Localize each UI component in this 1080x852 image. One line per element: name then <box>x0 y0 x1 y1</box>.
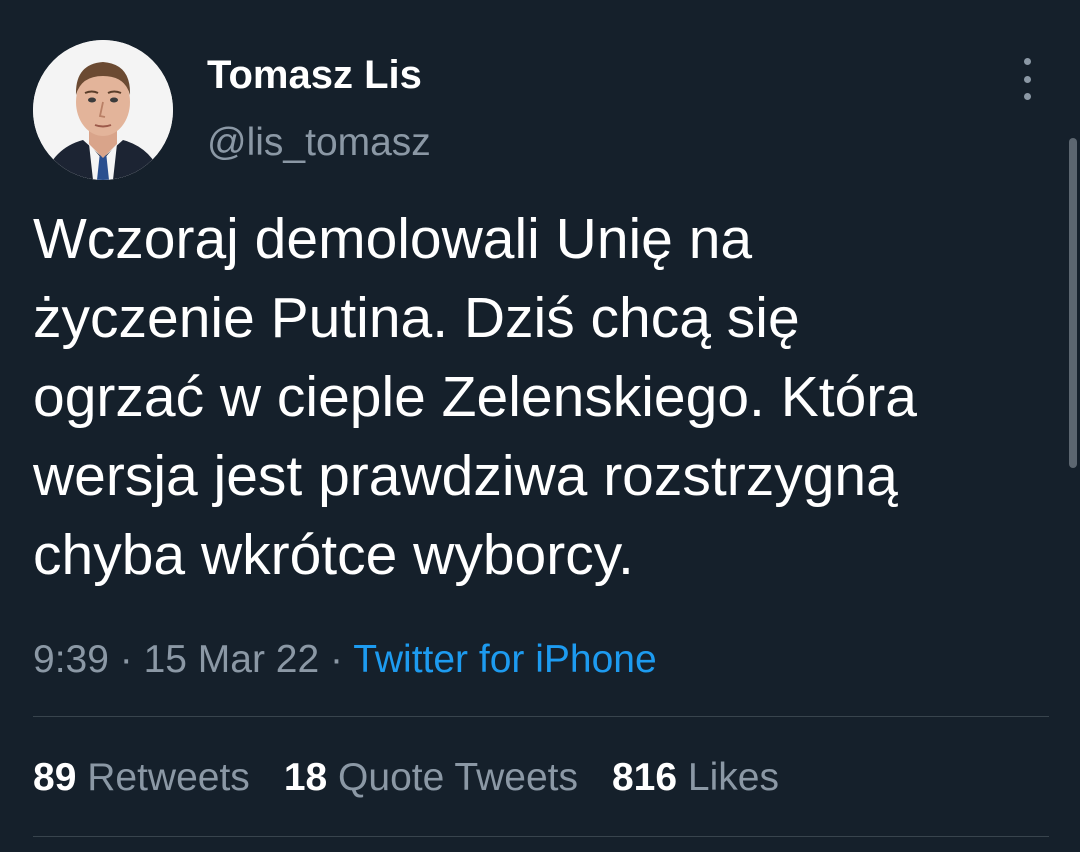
divider <box>33 716 1049 717</box>
scrollbar[interactable] <box>1069 138 1077 468</box>
tweet-source-link[interactable]: Twitter for iPhone <box>353 638 656 681</box>
quote-tweets-count: 18 <box>283 756 328 799</box>
quote-tweets-stat[interactable]: 18 Quote Tweets <box>284 750 578 806</box>
tweet-meta: 9:39 · 15 Mar 22 · Twitter for iPhone <box>33 632 657 688</box>
profile-photo-icon <box>33 40 173 180</box>
likes-count: 816 <box>611 756 678 799</box>
more-options-button[interactable] <box>1007 58 1047 100</box>
tweet-text: Wczoraj demolowali Unię na życzenie Puti… <box>33 207 917 587</box>
author-handle[interactable]: @lis_tomasz <box>207 120 431 166</box>
tweet-date[interactable]: 15 Mar 22 <box>144 638 320 681</box>
tweet-time[interactable]: 9:39 <box>33 638 109 681</box>
retweets-stat[interactable]: 89 Retweets <box>33 750 250 806</box>
likes-stat[interactable]: 816 Likes <box>612 750 779 806</box>
more-vertical-icon <box>1023 58 1031 65</box>
meta-separator: · <box>330 638 344 681</box>
tweet-detail: Tomasz Lis @lis_tomasz Wczoraj demolowal… <box>0 0 1080 852</box>
meta-separator: · <box>119 638 133 681</box>
avatar[interactable] <box>33 40 173 180</box>
divider <box>33 836 1049 837</box>
more-vertical-icon-dot <box>1023 93 1031 100</box>
retweets-label: Retweets <box>87 756 250 799</box>
retweets-count: 89 <box>33 756 77 799</box>
tweet-stats: 89 Retweets 18 Quote Tweets 816 Likes <box>33 750 779 806</box>
likes-label: Likes <box>687 756 779 799</box>
quote-tweets-label: Quote Tweets <box>338 756 578 799</box>
more-vertical-icon-dot <box>1023 75 1031 83</box>
author-display-name[interactable]: Tomasz Lis <box>207 52 422 98</box>
